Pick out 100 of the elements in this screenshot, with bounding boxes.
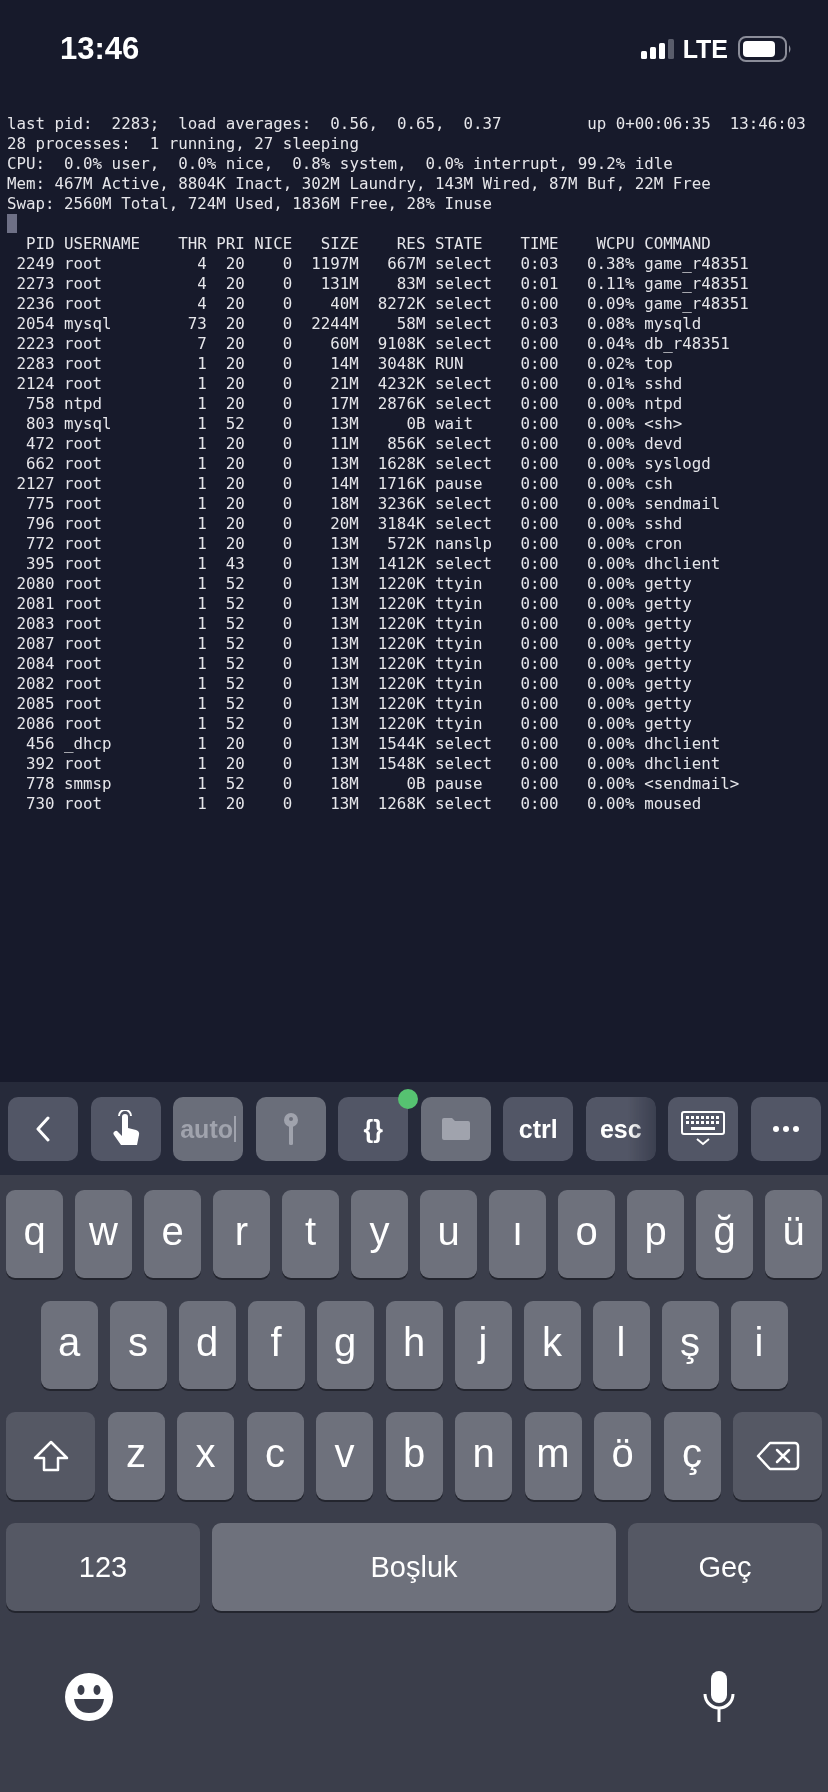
table-cell-text: 20 (224, 334, 245, 354)
backspace-key[interactable] (733, 1412, 822, 1500)
touch-button[interactable] (90, 1097, 161, 1161)
toolbar-key[interactable]: ctrl (503, 1097, 574, 1161)
letter-key[interactable]: s (109, 1301, 167, 1389)
table-cell-text: 0.00% (586, 414, 635, 434)
letter-key[interactable]: e (144, 1190, 201, 1278)
space-key[interactable]: Boşluk (212, 1523, 616, 1611)
table-cell-text: 0 (281, 454, 293, 474)
table-cell-text: 0 (281, 534, 293, 554)
letter-key[interactable]: w (75, 1190, 132, 1278)
table-cell-text: select (433, 514, 493, 534)
table-cell-text: 1220K (376, 594, 426, 614)
table-cell-text: 0:00 (519, 774, 559, 794)
letter-key[interactable]: z (107, 1412, 165, 1500)
letter-key[interactable]: k (523, 1301, 581, 1389)
battery-icon (738, 36, 792, 62)
numbers-key[interactable]: 123 (6, 1523, 200, 1611)
toolbar-key[interactable]: esc (585, 1097, 656, 1161)
table-cell-text: root (63, 794, 104, 814)
toolbar-key[interactable]: {} (338, 1097, 409, 1161)
table-cell-text: ttyin (433, 574, 484, 594)
table-cell-text: getty (643, 714, 692, 734)
table-cell-text: 20 (224, 754, 245, 774)
table-cell-text: 20 (224, 374, 245, 394)
table-cell-text: sendmail (643, 494, 721, 514)
letter-key[interactable]: d (178, 1301, 236, 1389)
terminal-line: Swap: 2560M Total, 724M Used, 1836M Free, 28% Inuse (7, 194, 494, 214)
table-cell-text: 20M (329, 514, 359, 534)
table-cell-text: 0.00% (586, 434, 635, 454)
table-cell-text: db_r48351 (643, 334, 730, 354)
table-cell-text: 0.00% (586, 714, 635, 734)
letter-key[interactable]: f (247, 1301, 305, 1389)
letter-key[interactable]: a (40, 1301, 98, 1389)
table-cell-text: mysqld (643, 314, 702, 334)
table-cell-text: dhclient (643, 734, 721, 754)
table-cell-text: 0.00% (586, 574, 635, 594)
letter-key[interactable]: q (6, 1190, 63, 1278)
letter-key[interactable]: g (316, 1301, 374, 1389)
table-cell-text: 52 (224, 654, 245, 674)
table-cell-text: 4 (196, 294, 207, 314)
table-cell-text: 1 (196, 494, 207, 514)
letter-key[interactable]: i (730, 1301, 788, 1389)
letter-key[interactable]: ş (661, 1301, 719, 1389)
table-cell-text: 52 (224, 594, 245, 614)
table-cell-text: 0.00% (586, 594, 635, 614)
letter-key[interactable]: o (558, 1190, 615, 1278)
letter-key[interactable]: m (524, 1412, 582, 1500)
letter-key[interactable]: ğ (696, 1190, 753, 1278)
letter-key[interactable]: ü (765, 1190, 822, 1278)
microphone-icon[interactable] (702, 1670, 736, 1724)
table-cell-text: 1548K (376, 754, 426, 774)
table-cell-text: 1 (196, 414, 207, 434)
letter-key[interactable]: r (213, 1190, 270, 1278)
table-cell-text: 58M (395, 314, 426, 334)
terminal-line: CPU: 0.0% user, 0.0% nice, 0.8% system, 0.0% interrupt, 99.2% idle (7, 154, 674, 174)
column-header: PID (25, 234, 55, 254)
table-cell-text: root (63, 614, 104, 634)
table-cell-text: ttyin (433, 674, 484, 694)
letter-key[interactable]: c (246, 1412, 304, 1500)
letter-key[interactable]: y (351, 1190, 408, 1278)
letter-key[interactable]: u (420, 1190, 477, 1278)
letter-key[interactable]: ö (594, 1412, 651, 1500)
table-cell-text: 0 (281, 294, 293, 314)
letter-key[interactable]: ç (663, 1412, 721, 1500)
letter-key[interactable]: h (385, 1301, 443, 1389)
table-cell-text: 0 (281, 314, 293, 334)
table-cell-text: root (63, 594, 104, 614)
table-cell-text: 20 (224, 394, 245, 414)
terminal-line: Mem: 467M Active, 8804K Inact, 302M Laundry, 143M Wired, 87M Buf, 22M Free (7, 174, 712, 194)
letter-key[interactable]: n (455, 1412, 512, 1500)
keyboard-button[interactable] (668, 1097, 739, 1161)
table-cell-text: <sh> (643, 414, 683, 434)
table-cell-text: 131M (319, 274, 359, 294)
keyboard-hide-icon (681, 1111, 726, 1147)
table-cell-text: 2054 (15, 314, 55, 334)
letter-key[interactable]: p (627, 1190, 684, 1278)
table-cell-text: 13M (329, 594, 359, 614)
column-header: USERNAME (63, 234, 141, 254)
letter-key[interactable]: ı (489, 1190, 546, 1278)
letter-key[interactable]: b (385, 1412, 443, 1500)
table-cell-text: 0 (281, 374, 293, 394)
more-button[interactable] (750, 1097, 821, 1161)
letter-key[interactable]: j (454, 1301, 512, 1389)
table-cell-text: game_r48351 (643, 274, 749, 294)
letter-key[interactable]: t (282, 1190, 339, 1278)
letter-key[interactable]: l (592, 1301, 650, 1389)
table-cell-text: _dhcp (63, 734, 113, 754)
table-cell-text: moused (643, 794, 702, 814)
letter-key[interactable]: x (177, 1412, 234, 1500)
letter-key[interactable]: v (316, 1412, 373, 1500)
table-cell-text: root (63, 274, 104, 294)
table-cell-text: select (433, 754, 493, 774)
shift-key[interactable] (6, 1412, 95, 1500)
table-cell-text: 0:00 (519, 294, 559, 314)
table-cell-text: 0.01% (586, 374, 635, 394)
back-button[interactable] (8, 1097, 78, 1161)
emoji-icon[interactable] (64, 1672, 114, 1722)
return-key[interactable]: Geç (628, 1523, 822, 1611)
table-cell-text: 772 (25, 534, 55, 554)
